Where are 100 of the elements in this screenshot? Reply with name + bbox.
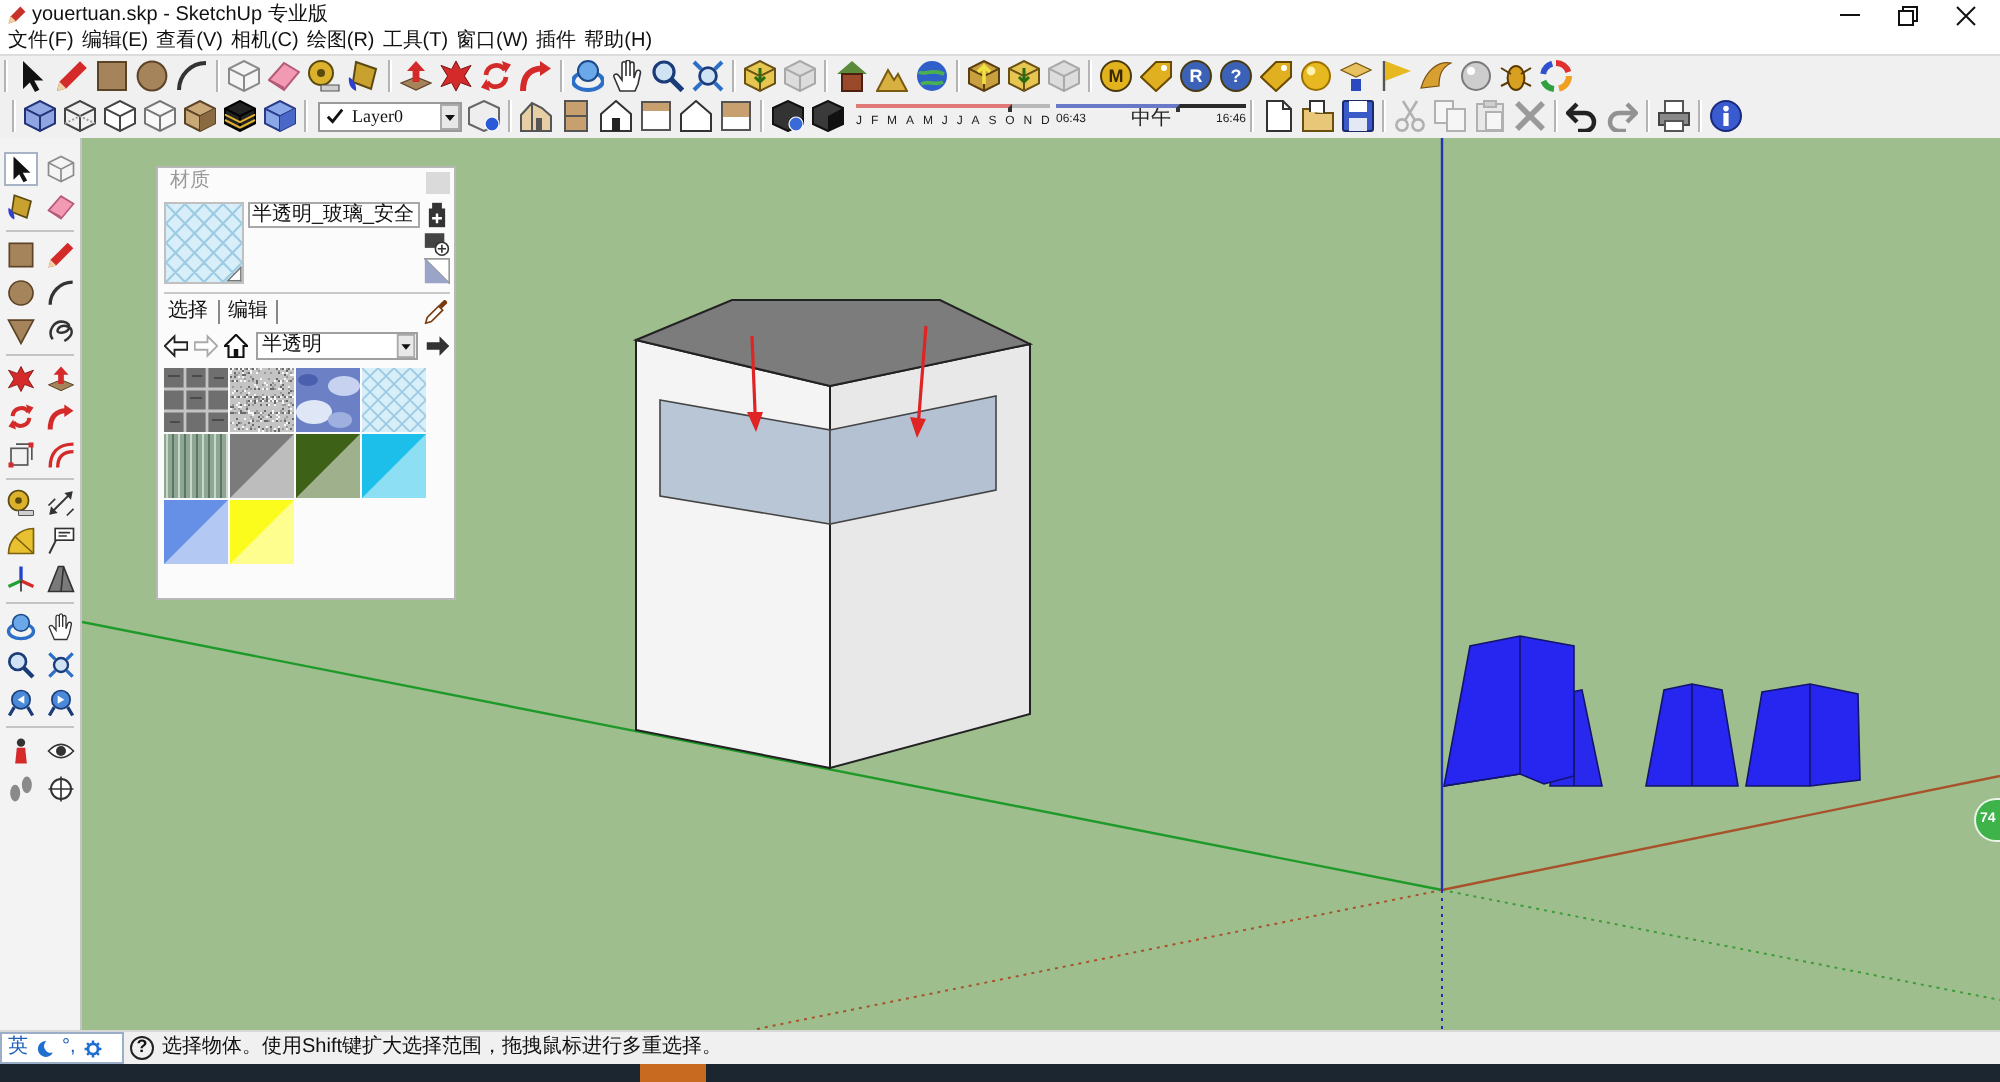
move-arrows-icon[interactable] (440, 60, 472, 92)
zoom-extents-icon[interactable] (692, 60, 724, 92)
menu-item[interactable]: 插件 (532, 30, 581, 54)
layer-dropdown[interactable]: Layer0 (318, 101, 462, 131)
material-swatch[interactable] (230, 434, 294, 498)
material-swatch[interactable] (362, 368, 426, 432)
hidden-line-cube-icon[interactable] (104, 100, 136, 132)
window-icon[interactable] (640, 100, 672, 132)
image-plus-icon[interactable] (424, 230, 450, 256)
menu-item[interactable]: 绘图(R) (302, 30, 379, 54)
paint-bucket-icon[interactable] (348, 60, 380, 92)
orbit-icon[interactable] (3, 610, 37, 644)
material-swatch[interactable] (164, 434, 228, 498)
move-arrows-icon[interactable] (3, 362, 37, 396)
ball-icon[interactable] (1460, 60, 1492, 92)
material-swatch[interactable] (164, 500, 228, 564)
dimension-icon[interactable] (43, 486, 77, 520)
tab[interactable]: 选择 (164, 299, 218, 323)
box-download-icon[interactable] (744, 60, 776, 92)
scale-icon[interactable] (3, 438, 37, 472)
squiggle-icon[interactable] (43, 314, 77, 348)
house-icon[interactable] (520, 100, 552, 132)
orbit-icon[interactable] (572, 60, 604, 92)
flag-icon[interactable] (1380, 60, 1412, 92)
next-view-icon[interactable] (43, 686, 77, 720)
zoom-icon[interactable] (652, 60, 684, 92)
rotate-icon[interactable] (480, 60, 512, 92)
eraser-icon[interactable] (43, 190, 77, 224)
material-swatch[interactable] (296, 434, 360, 498)
bug-icon[interactable] (1500, 60, 1532, 92)
curved-arrow-icon[interactable] (43, 400, 77, 434)
moon-icon[interactable] (36, 1039, 54, 1057)
save-icon[interactable] (1342, 100, 1374, 132)
box-upload-icon[interactable] (968, 60, 1000, 92)
house-outline-icon[interactable] (680, 100, 712, 132)
tag-icon[interactable] (1260, 60, 1292, 92)
slider-fill[interactable] (1056, 104, 1180, 112)
menu-item[interactable]: 编辑(E) (77, 30, 153, 54)
push-pull-icon[interactable] (400, 60, 432, 92)
axes-icon[interactable] (3, 562, 37, 596)
slider-fill[interactable] (856, 104, 1012, 112)
solid-cube-icon[interactable] (812, 100, 844, 132)
arrow-right-icon[interactable] (426, 334, 450, 358)
hand-icon[interactable] (43, 610, 77, 644)
shaded-cube-icon[interactable] (184, 100, 216, 132)
printer-icon[interactable] (1658, 100, 1690, 132)
triangle-icon[interactable] (3, 314, 37, 348)
back-arrow-icon[interactable] (164, 334, 188, 358)
ime-language-toggle[interactable]: 英 (8, 1036, 28, 1060)
house-front-icon[interactable] (600, 100, 632, 132)
rectangle-icon[interactable] (96, 60, 128, 92)
menu-item[interactable]: 工具(T) (378, 30, 453, 54)
ball-icon[interactable] (1300, 60, 1332, 92)
undo-icon[interactable] (1566, 100, 1598, 132)
half-panel-icon[interactable] (720, 100, 752, 132)
eraser-icon[interactable] (268, 60, 300, 92)
shaded-cube-icon[interactable] (264, 100, 296, 132)
cube-badge-icon[interactable] (772, 100, 804, 132)
cube-outline-icon[interactable] (144, 100, 176, 132)
plugin-button[interactable]: ? (1220, 60, 1252, 92)
restore-icon[interactable] (1898, 5, 1918, 25)
arc-icon[interactable] (176, 60, 208, 92)
home-icon[interactable] (224, 334, 248, 358)
plugin-button[interactable]: M (1100, 60, 1132, 92)
push-pull-icon[interactable] (43, 362, 77, 396)
hand-icon[interactable] (612, 60, 644, 92)
info-icon[interactable] (1710, 100, 1742, 132)
rectangle-icon[interactable] (3, 238, 37, 272)
material-swatch[interactable] (230, 500, 294, 564)
tab[interactable]: 编辑 (218, 299, 278, 323)
zoom-extents-icon[interactable] (43, 648, 77, 682)
menu-item[interactable]: 查看(V) (152, 30, 227, 54)
pencil-icon[interactable] (43, 238, 77, 272)
striped-cube-icon[interactable] (224, 100, 256, 132)
jar-plus-icon[interactable] (424, 202, 450, 228)
menu-item[interactable]: 相机(C) (226, 30, 303, 54)
globe-icon[interactable] (916, 60, 948, 92)
previous-view-icon[interactable] (3, 686, 37, 720)
text-label-icon[interactable] (43, 524, 77, 558)
eyedropper-icon[interactable] (424, 298, 450, 324)
material-name-field[interactable]: 半透明_玻璃_安全 (248, 202, 420, 228)
collection-dropdown[interactable]: 半透明 (256, 332, 418, 360)
paint-bucket-icon[interactable] (3, 190, 37, 224)
help-button[interactable]: ? (130, 1036, 154, 1060)
tape-measure-icon[interactable] (308, 60, 340, 92)
close-icon[interactable] (1956, 5, 1976, 25)
menu-item[interactable]: 帮助(H) (580, 30, 657, 54)
rotate-icon[interactable] (3, 400, 37, 434)
new-file-icon[interactable] (1262, 100, 1294, 132)
plugin-button[interactable]: R (1180, 60, 1212, 92)
wireframe-cube-icon[interactable] (64, 100, 96, 132)
translucent-cube-icon[interactable] (24, 100, 56, 132)
ime-punctuation-toggle[interactable]: °, (62, 1036, 76, 1060)
section-plane-icon[interactable] (43, 772, 77, 806)
folder-icon[interactable] (1302, 100, 1334, 132)
menu-item[interactable]: 窗口(W) (452, 30, 533, 54)
protractor-icon[interactable] (3, 524, 37, 558)
ring-icon[interactable] (1540, 60, 1572, 92)
box-download-icon[interactable] (1008, 60, 1040, 92)
stacked-plate-icon[interactable] (1340, 60, 1372, 92)
